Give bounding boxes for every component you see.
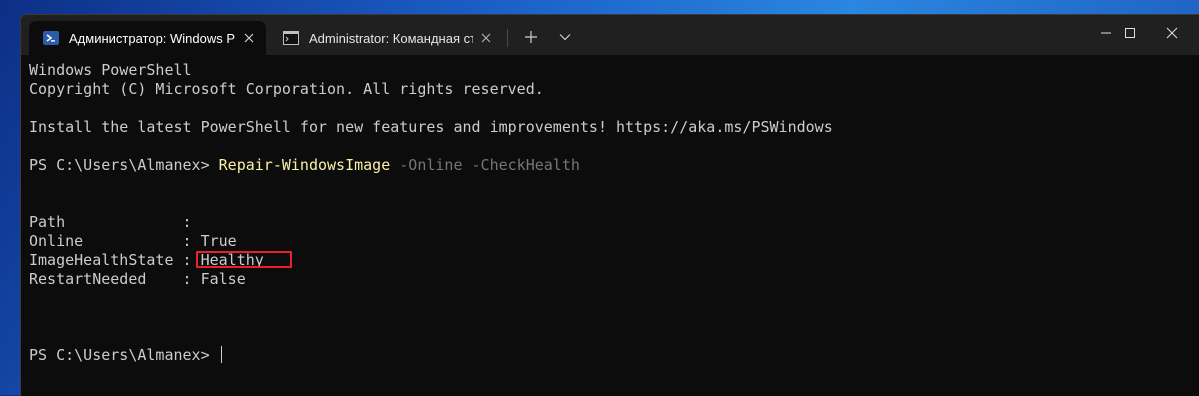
output-row-image-health-state: ImageHealthState : Healthy [29, 251, 1199, 270]
console-header-line: Windows PowerShell [29, 61, 192, 79]
output-key: RestartNeeded [29, 270, 183, 288]
install-notice-line: Install the latest PowerShell for new fe… [29, 118, 833, 136]
output-value: True [200, 232, 237, 250]
output-key: Online [29, 232, 183, 250]
output-row-path: Path : [29, 213, 1199, 232]
command-line: PS C:\Users\Almanex> Repair-WindowsImage… [29, 156, 1199, 175]
output-separator: : [182, 232, 201, 250]
output-separator: : [182, 270, 201, 288]
highlight-box [195, 251, 292, 268]
final-prompt-line[interactable]: PS C:\Users\Almanex> [29, 346, 1199, 365]
close-tab-icon[interactable] [241, 30, 256, 46]
output-row-online: Online : True [29, 232, 1199, 251]
plus-icon [525, 31, 537, 43]
tab-divider [507, 29, 508, 47]
close-icon [1166, 27, 1178, 39]
maximize-icon [1125, 28, 1135, 38]
prompt-text: PS C:\Users\Almanex> [29, 156, 219, 174]
chevron-down-icon [559, 34, 571, 41]
command-text: Repair-WindowsImage [218, 156, 391, 174]
tab-powershell[interactable]: Администратор: Windows Pow [29, 21, 266, 55]
console-output[interactable]: Windows PowerShell Copyright (C) Microsof… [21, 55, 1199, 396]
command-params: -Online -CheckHealth [390, 156, 580, 174]
text-cursor [220, 346, 222, 363]
output-key: ImageHealthState [29, 251, 183, 269]
output-key: Path [29, 213, 183, 231]
title-bar: Администратор: Windows Pow Administrator… [21, 15, 1199, 55]
cmd-icon [283, 30, 299, 46]
copyright-line: Copyright (C) Microsoft Corporation. All… [29, 80, 544, 98]
powershell-icon [43, 30, 59, 46]
prompt-text: PS C:\Users\Almanex> [29, 346, 219, 364]
tab-label: Администратор: Windows Pow [69, 30, 236, 46]
terminal-window: Администратор: Windows Pow Administrator… [20, 14, 1199, 396]
tab-dropdown-button[interactable] [551, 25, 579, 49]
output-value: False [200, 270, 246, 288]
close-tab-icon[interactable] [479, 30, 493, 46]
output-row-restart-needed: RestartNeeded : False [29, 270, 1199, 289]
output-separator: : [182, 213, 201, 231]
close-window-button[interactable] [1149, 15, 1195, 51]
tab-label: Administrator: Командная стро [309, 30, 473, 46]
tab-cmd[interactable]: Administrator: Командная стро [269, 21, 503, 55]
new-tab-button[interactable] [517, 25, 545, 49]
health-state-highlight: Healthy [195, 251, 292, 269]
maximize-button[interactable] [1107, 15, 1153, 51]
